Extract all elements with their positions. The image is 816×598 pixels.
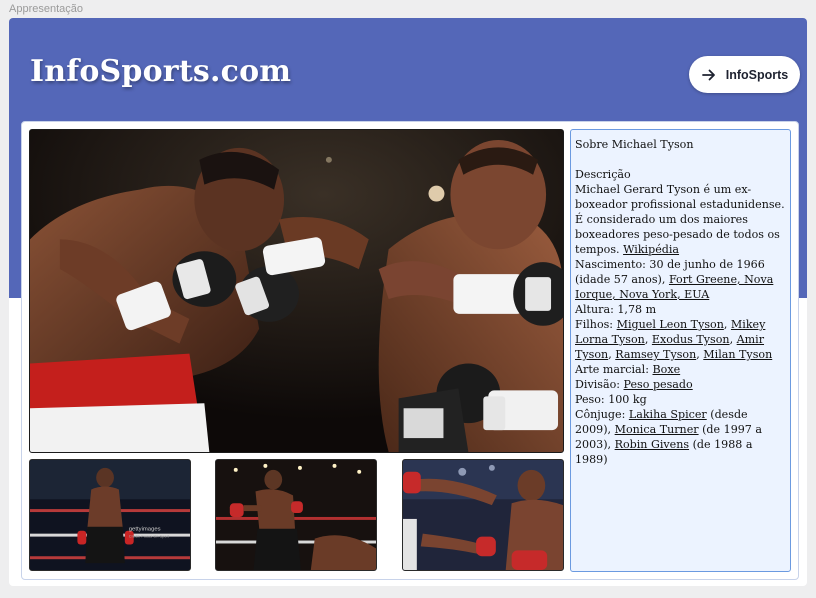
height-row: Altura: 1,78 m [575,302,786,317]
info-panel: Sobre Michael Tyson Descrição Michael Ge… [570,129,791,572]
description-text: Michael Gerard Tyson é um ex-boxeador pr… [575,182,786,257]
birth-row: Nascimento: 30 de junho de 1966 (idade 5… [575,257,786,302]
martial-art-label: Arte marcial: [575,363,649,376]
weight-row: Peso: 100 kg [575,392,786,407]
weight-label: Peso: [575,393,605,406]
boxing-exchange-photo[interactable] [402,459,564,571]
child-link[interactable]: Milan Tyson [703,348,772,361]
division-row: Divisão: Peso pesado [575,377,786,392]
child-link[interactable]: Exodus Tyson [652,333,730,346]
svg-text:Credit: Focus On Sport: Credit: Focus On Sport [129,534,170,539]
martial-art-link[interactable]: Boxe [653,363,681,376]
spouse-link[interactable]: Robin Givens [615,438,689,451]
wikipedia-link[interactable]: Wikipédia [623,243,679,256]
boxing-match-photo[interactable] [29,129,564,453]
division-label: Divisão: [575,378,620,391]
height-label: Altura: [575,303,614,316]
arrow-right-icon [701,67,717,83]
spouse-row: Cônjuge: Lakiha Spicer (desde 2009), Mon… [575,407,786,467]
child-link[interactable]: Miguel Leon Tyson [617,318,724,331]
description-label: Descrição [575,168,631,181]
spouse-link[interactable]: Lakiha Spicer [629,408,707,421]
children-label: Filhos: [575,318,614,331]
infosports-nav-button[interactable]: InfoSports [689,56,800,93]
svg-text:gettyimages: gettyimages [129,527,161,533]
spouse-link[interactable]: Monica Turner [615,423,699,436]
height-value: 1,78 m [617,303,657,316]
boxer-punching-photo[interactable] [215,459,377,571]
children-row: Filhos: Miguel Leon Tyson, Mikey Lorna T… [575,318,773,361]
spouse-label: Cônjuge: [575,408,626,421]
description-body: Michael Gerard Tyson é um ex-boxeador pr… [575,183,785,256]
window-title: Appresentação [9,3,83,15]
martial-art-row: Arte marcial: Boxe [575,362,786,377]
info-heading: Sobre Michael Tyson [575,138,694,151]
app-frame: InfoSports.com InfoSports gettyimages Cr… [9,18,807,586]
division-link[interactable]: Peso pesado [624,378,693,391]
nav-button-label: InfoSports [725,67,789,82]
birth-label: Nascimento: [575,258,646,271]
site-title: InfoSports.com [30,54,292,89]
child-link[interactable]: Ramsey Tyson [615,348,696,361]
content-card: gettyimages Credit: Focus On Sport Sobre… [21,121,799,580]
weight-value: 100 kg [608,393,647,406]
boxer-in-ring-photo[interactable]: gettyimages Credit: Focus On Sport [29,459,191,571]
